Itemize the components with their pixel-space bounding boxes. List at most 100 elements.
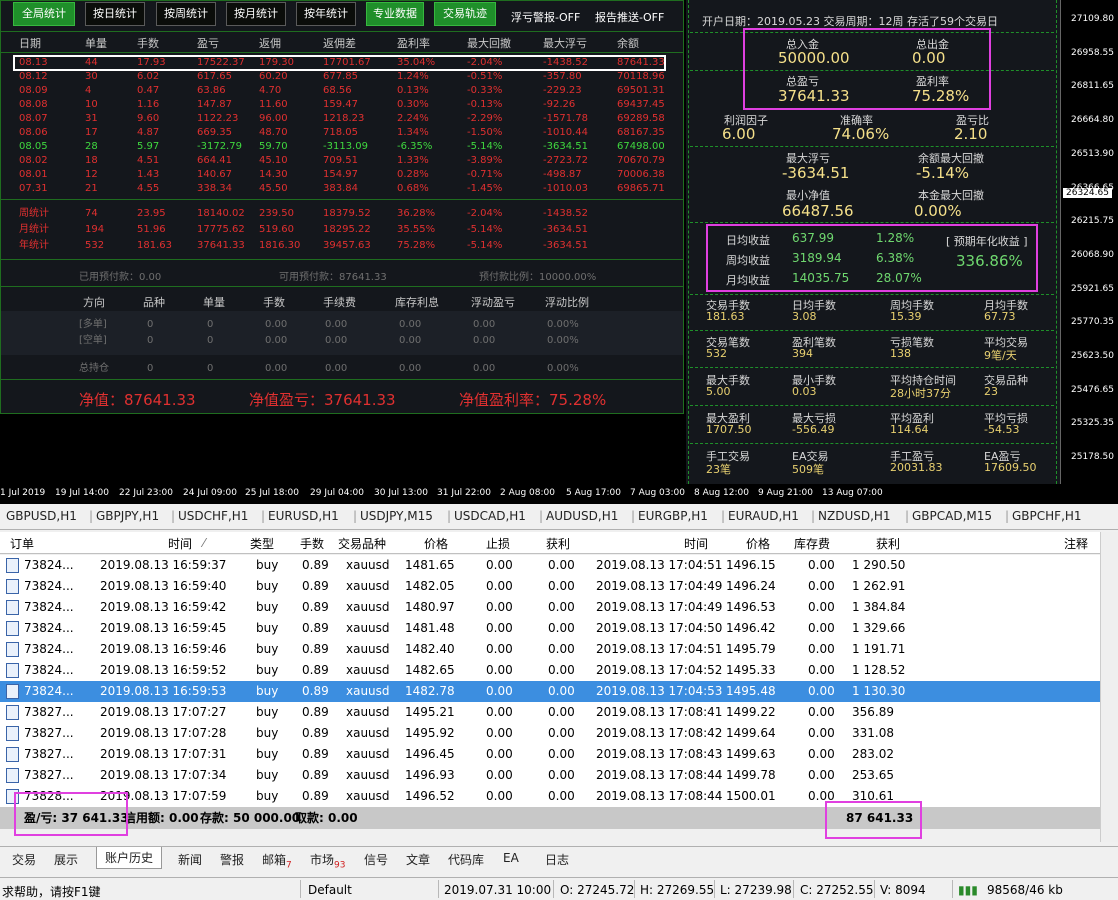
weekly-stats-button[interactable]: 按周统计 xyxy=(156,2,216,26)
column-header[interactable]: 价格 xyxy=(424,535,448,552)
grid-value: 23笔 xyxy=(706,463,731,476)
table-row[interactable]: 73824... 2019.08.13 16:59:45 buy 0.89 xauusd… xyxy=(0,618,1100,639)
symbol-tab[interactable]: USDCAD,H1 xyxy=(454,509,526,523)
tab-label: 信号 xyxy=(364,853,389,867)
trade-track-button[interactable]: 交易轨迹 xyxy=(434,2,496,26)
table-row[interactable]: 73824... 2019.08.13 16:59:52 buy 0.89 xauusd… xyxy=(0,660,1100,681)
table-cell: 1 290.50 xyxy=(852,558,906,572)
grid-value: 67.73 xyxy=(984,310,1016,323)
stats-daily-row[interactable]: 08.02 18 4.51 664.41 45.10 709.51 1.33% -3.89% -… xyxy=(1,154,683,168)
symbol-tab[interactable]: EURGBP,H1 xyxy=(638,509,708,523)
profile-name: Default xyxy=(308,883,352,897)
table-row[interactable]: 73827... 2019.08.13 17:07:31 buy 0.89 xauusd… xyxy=(0,744,1100,765)
bottom-tab[interactable]: 代码库 xyxy=(448,851,484,868)
column-header[interactable]: 止损 xyxy=(486,535,510,552)
symbol-tab[interactable]: GBPCHF,H1 xyxy=(1012,509,1082,523)
net-rate: 净值盈利率：75.28% xyxy=(459,391,607,409)
price-axis: 27109.80 26958.55 26811.65 26664.80 26513.90… xyxy=(1060,0,1118,496)
grid-value: 138 xyxy=(890,347,911,360)
tab-label: 账户历史 xyxy=(105,851,154,865)
vertical-scrollbar[interactable] xyxy=(1100,532,1118,842)
grid-value: 114.64 xyxy=(890,423,929,436)
stats-daily-row[interactable]: 08.12 30 6.02 617.65 60.20 677.85 1.24% -0.51% -… xyxy=(1,70,683,84)
table-cell: 0.00 xyxy=(486,663,513,677)
column-header[interactable]: 价格 xyxy=(746,535,770,552)
table-row[interactable]: 73824... 2019.08.13 16:59:37 buy 0.89 xauusd… xyxy=(0,555,1100,576)
symbol-tab[interactable]: USDJPY,M15 xyxy=(360,509,433,523)
bottom-tab[interactable]: 新闻 xyxy=(178,851,202,868)
table-row[interactable]: 73828... 2019.08.13 17:07:59 buy 0.89 xauusd… xyxy=(0,786,1100,807)
symbol-tab[interactable]: USDCHF,H1 xyxy=(178,509,248,523)
stats-cell: 159.47 xyxy=(323,99,358,110)
bottom-tab[interactable]: 警报 xyxy=(220,851,244,868)
stats-daily-row[interactable]: 08.06 17 4.87 669.35 48.70 718.05 1.34% -1.50% -… xyxy=(1,126,683,140)
table-cell: 73824... xyxy=(24,600,74,614)
bottom-tab[interactable]: EA xyxy=(503,851,519,865)
table-row[interactable]: 73827... 2019.08.13 17:07:28 buy 0.89 xauusd… xyxy=(0,723,1100,744)
symbol-tab[interactable]: NZDUSD,H1 xyxy=(818,509,891,523)
table-row[interactable]: 73827... 2019.08.13 17:07:34 buy 0.89 xauusd… xyxy=(0,765,1100,786)
symbol-tab[interactable]: GBPJPY,H1 xyxy=(96,509,159,523)
position-cell: [多单] xyxy=(79,319,107,330)
min-net-value: 66487.56 xyxy=(782,202,854,220)
column-header[interactable]: 注释 xyxy=(1064,535,1088,552)
symbol-tab[interactable]: GBPCAD,M15 xyxy=(912,509,992,523)
table-cell: 1482.78 xyxy=(405,684,455,698)
table-cell: 0.00 xyxy=(486,579,513,593)
column-header[interactable]: 库存费 xyxy=(794,535,830,552)
bottom-tab[interactable]: 市场93 xyxy=(310,851,345,870)
grid-value: 532 xyxy=(706,347,727,360)
position-cell: 0.00 xyxy=(399,319,422,330)
monthly-stats-button[interactable]: 按月统计 xyxy=(226,2,286,26)
column-header[interactable]: 获利 xyxy=(546,535,570,552)
symbol-tab[interactable]: AUDUSD,H1 xyxy=(546,509,618,523)
column-header[interactable]: 时间 xyxy=(684,535,708,552)
yearly-stats-button[interactable]: 按年统计 xyxy=(296,2,356,26)
bottom-tab[interactable]: 展示 xyxy=(54,851,78,868)
table-cell: buy xyxy=(256,600,279,614)
stats-cell: 6.02 xyxy=(137,71,160,82)
column-header[interactable]: 手数 xyxy=(300,535,324,552)
price-tick: 25623.50 xyxy=(1071,351,1114,361)
credit-summary: 信用额: 0.00 xyxy=(124,811,199,825)
table-row[interactable]: 73824... 2019.08.13 16:59:46 buy 0.89 xauusd… xyxy=(0,639,1100,660)
symbol-tab[interactable]: EURAUD,H1 xyxy=(728,509,799,523)
stats-cell: 194 xyxy=(85,224,105,235)
pro-data-button[interactable]: 专业数据 xyxy=(366,2,424,26)
bottom-tab[interactable]: 文章 xyxy=(406,851,430,868)
daily-stats-button[interactable]: 按日统计 xyxy=(85,2,145,26)
column-header[interactable]: 时间 xyxy=(168,535,192,552)
table-cell: xauusd xyxy=(346,705,390,719)
table-row[interactable]: 73824... 2019.08.13 16:59:53 buy 0.89 xauusd… xyxy=(0,681,1100,702)
bottom-tab[interactable]: 邮箱7 xyxy=(262,851,292,870)
stats-daily-row[interactable]: 08.01 12 1.43 140.67 14.30 154.97 0.28% -0.71% -… xyxy=(1,168,683,182)
table-row[interactable]: 73827... 2019.08.13 17:07:27 buy 0.89 xauusd… xyxy=(0,702,1100,723)
stats-cell: 31 xyxy=(85,113,98,124)
stats-cell: 年统计 xyxy=(19,240,49,251)
global-stats-button[interactable]: 全局统计 xyxy=(13,2,75,26)
table-cell: 0.00 xyxy=(486,558,513,572)
stats-daily-row[interactable]: 07.31 21 4.55 338.34 45.50 383.84 0.68% -1.45% -… xyxy=(1,182,683,196)
stats-daily-row[interactable]: 08.07 31 9.60 1122.23 96.00 1218.23 2.24% -2.29… xyxy=(1,112,683,126)
column-header[interactable]: 交易品种 xyxy=(338,535,386,552)
bottom-tab[interactable]: 交易 xyxy=(12,851,36,868)
symbol-tab[interactable]: GBPUSD,H1 xyxy=(6,509,77,523)
table-row[interactable]: 73824... 2019.08.13 16:59:42 buy 0.89 xauusd… xyxy=(0,597,1100,618)
column-header[interactable]: 获利 xyxy=(876,535,900,552)
table-cell: 1499.63 xyxy=(726,747,776,761)
symbol-tab[interactable]: EURUSD,H1 xyxy=(268,509,339,523)
stats-cell: 68167.35 xyxy=(617,127,665,138)
stats-daily-row[interactable]: 08.09 4 0.47 63.86 4.70 68.56 0.13% -0.33% -229.… xyxy=(1,84,683,98)
column-header[interactable]: 类型 xyxy=(250,535,274,552)
stats-daily-row[interactable]: 08.08 10 1.16 147.87 11.60 159.47 0.30% -0.13% -… xyxy=(1,98,683,112)
column-header[interactable]: 订单 xyxy=(10,535,34,552)
table-row[interactable]: 73824... 2019.08.13 16:59:40 buy 0.89 xauusd… xyxy=(0,576,1100,597)
dash-line xyxy=(690,367,1054,368)
bottom-tab[interactable]: 日志 xyxy=(545,851,569,868)
table-cell: buy xyxy=(256,558,279,572)
stats-cell: 664.41 xyxy=(197,155,232,166)
bottom-tab[interactable]: 信号 xyxy=(364,851,388,868)
position-header-cell: 品种 xyxy=(143,296,165,309)
stats-daily-row[interactable]: 08.05 28 5.97 -3172.79 59.70 -3113.09 -6.35% -5… xyxy=(1,140,683,154)
bottom-tab[interactable]: 账户历史 xyxy=(96,847,163,869)
